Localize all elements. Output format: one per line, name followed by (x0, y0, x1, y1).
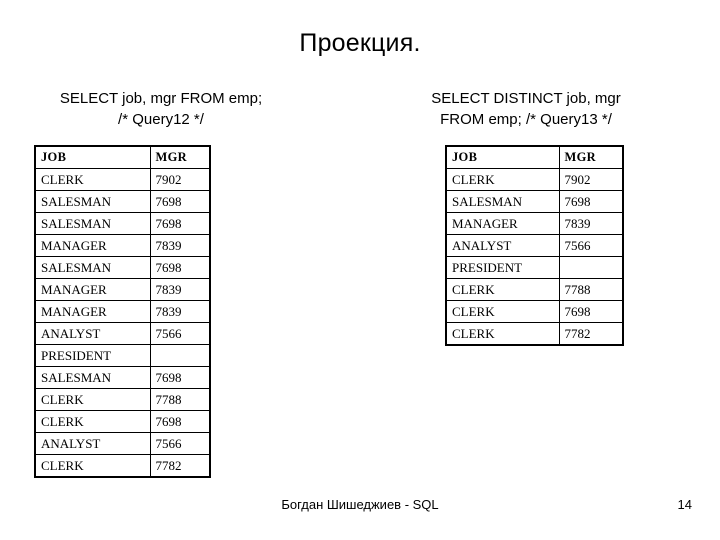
cell-mgr: 7839 (149, 278, 211, 301)
table-row: MANAGER 7839 (445, 212, 624, 235)
table-row: CLERK 7782 (445, 322, 624, 346)
cell-job: SALESMAN (34, 212, 151, 235)
cell-job: CLERK (445, 300, 560, 323)
cell-job: ANALYST (445, 234, 560, 257)
table-row: SALESMAN 7698 (34, 256, 211, 279)
table-row: SALESMAN 7698 (445, 190, 624, 213)
cell-job: CLERK (445, 168, 560, 191)
cell-mgr: 7782 (149, 454, 211, 478)
slide-canvas: Проекция. SELECT job, mgr FROM emp; /* Q… (0, 0, 720, 540)
right-table-head: JOB MGR (445, 145, 624, 169)
page-title: Проекция. (299, 29, 421, 57)
cell-job: MANAGER (445, 212, 560, 235)
table-row: SALESMAN 7698 (34, 366, 211, 389)
table-row: CLERK 7788 (34, 388, 211, 411)
cell-mgr: 7698 (149, 366, 211, 389)
cell-job: SALESMAN (34, 190, 151, 213)
column-header-job: JOB (445, 145, 560, 169)
cell-mgr: 7839 (149, 234, 211, 257)
cell-job: SALESMAN (445, 190, 560, 213)
cell-mgr: 7698 (558, 300, 624, 323)
cell-mgr: 7902 (149, 168, 211, 191)
column-header-mgr: MGR (558, 145, 624, 169)
table-row: CLERK 7782 (34, 454, 211, 478)
column-header-job: JOB (34, 145, 151, 169)
cell-job: CLERK (34, 454, 151, 478)
table-header-row: JOB MGR (34, 145, 211, 169)
cell-job: ANALYST (34, 432, 151, 455)
cell-job: CLERK (34, 168, 151, 191)
right-table-body: CLERK 7902 SALESMAN 7698 MANAGER 7839 ANALYST 7… (445, 168, 624, 346)
cell-mgr: 7782 (558, 322, 624, 346)
cell-job: PRESIDENT (34, 344, 151, 367)
table-row: CLERK 7698 (445, 300, 624, 323)
left-table-body: CLERK 7902 SALESMAN 7698 SALESMAN 7698 MANAGER… (34, 168, 211, 478)
cell-job: MANAGER (34, 278, 151, 301)
right-query-caption: SELECT DISTINCT job, mgr FROM emp; /* Qu… (431, 90, 621, 128)
table-row: CLERK 7698 (34, 410, 211, 433)
table-row: SALESMAN 7698 (34, 212, 211, 235)
table-row: ANALYST 7566 (34, 322, 211, 345)
cell-mgr (558, 256, 624, 279)
cell-job: SALESMAN (34, 256, 151, 279)
cell-mgr: 7839 (558, 212, 624, 235)
cell-mgr: 7698 (149, 212, 211, 235)
cell-mgr: 7566 (149, 432, 211, 455)
cell-mgr: 7839 (149, 300, 211, 323)
cell-job: CLERK (34, 388, 151, 411)
cell-job: CLERK (445, 322, 560, 346)
table-row: MANAGER 7839 (34, 234, 211, 257)
footer-author: Богдан Шишеджиев - SQL (281, 497, 439, 512)
cell-mgr (149, 344, 211, 367)
cell-mgr: 7566 (558, 234, 624, 257)
table-row: CLERK 7788 (445, 278, 624, 301)
cell-mgr: 7698 (149, 410, 211, 433)
cell-job: MANAGER (34, 300, 151, 323)
cell-job: PRESIDENT (445, 256, 560, 279)
cell-job: SALESMAN (34, 366, 151, 389)
table-row: SALESMAN 7698 (34, 190, 211, 213)
cell-mgr: 7902 (558, 168, 624, 191)
table-row: PRESIDENT (34, 344, 211, 367)
cell-job: CLERK (34, 410, 151, 433)
right-result-table: JOB MGR CLERK 7902 SALESMAN 7698 MANAGER 7839… (445, 145, 624, 346)
table-row: PRESIDENT (445, 256, 624, 279)
cell-mgr: 7698 (149, 190, 211, 213)
table-row: MANAGER 7839 (34, 300, 211, 323)
column-header-mgr: MGR (149, 145, 211, 169)
left-query-caption: SELECT job, mgr FROM emp; /* Query12 */ (59, 90, 263, 128)
cell-mgr: 7788 (558, 278, 624, 301)
table-row: CLERK 7902 (445, 168, 624, 191)
table-header-row: JOB MGR (445, 145, 624, 169)
cell-mgr: 7566 (149, 322, 211, 345)
cell-mgr: 7788 (149, 388, 211, 411)
table-row: ANALYST 7566 (34, 432, 211, 455)
table-row: ANALYST 7566 (445, 234, 624, 257)
table-row: CLERK 7902 (34, 168, 211, 191)
cell-job: ANALYST (34, 322, 151, 345)
left-result-table: JOB MGR CLERK 7902 SALESMAN 7698 SALESMAN 769… (34, 145, 211, 478)
footer-page-number: 14 (677, 497, 692, 512)
cell-job: CLERK (445, 278, 560, 301)
cell-job: MANAGER (34, 234, 151, 257)
left-table-head: JOB MGR (34, 145, 211, 169)
table-row: MANAGER 7839 (34, 278, 211, 301)
cell-mgr: 7698 (149, 256, 211, 279)
cell-mgr: 7698 (558, 190, 624, 213)
